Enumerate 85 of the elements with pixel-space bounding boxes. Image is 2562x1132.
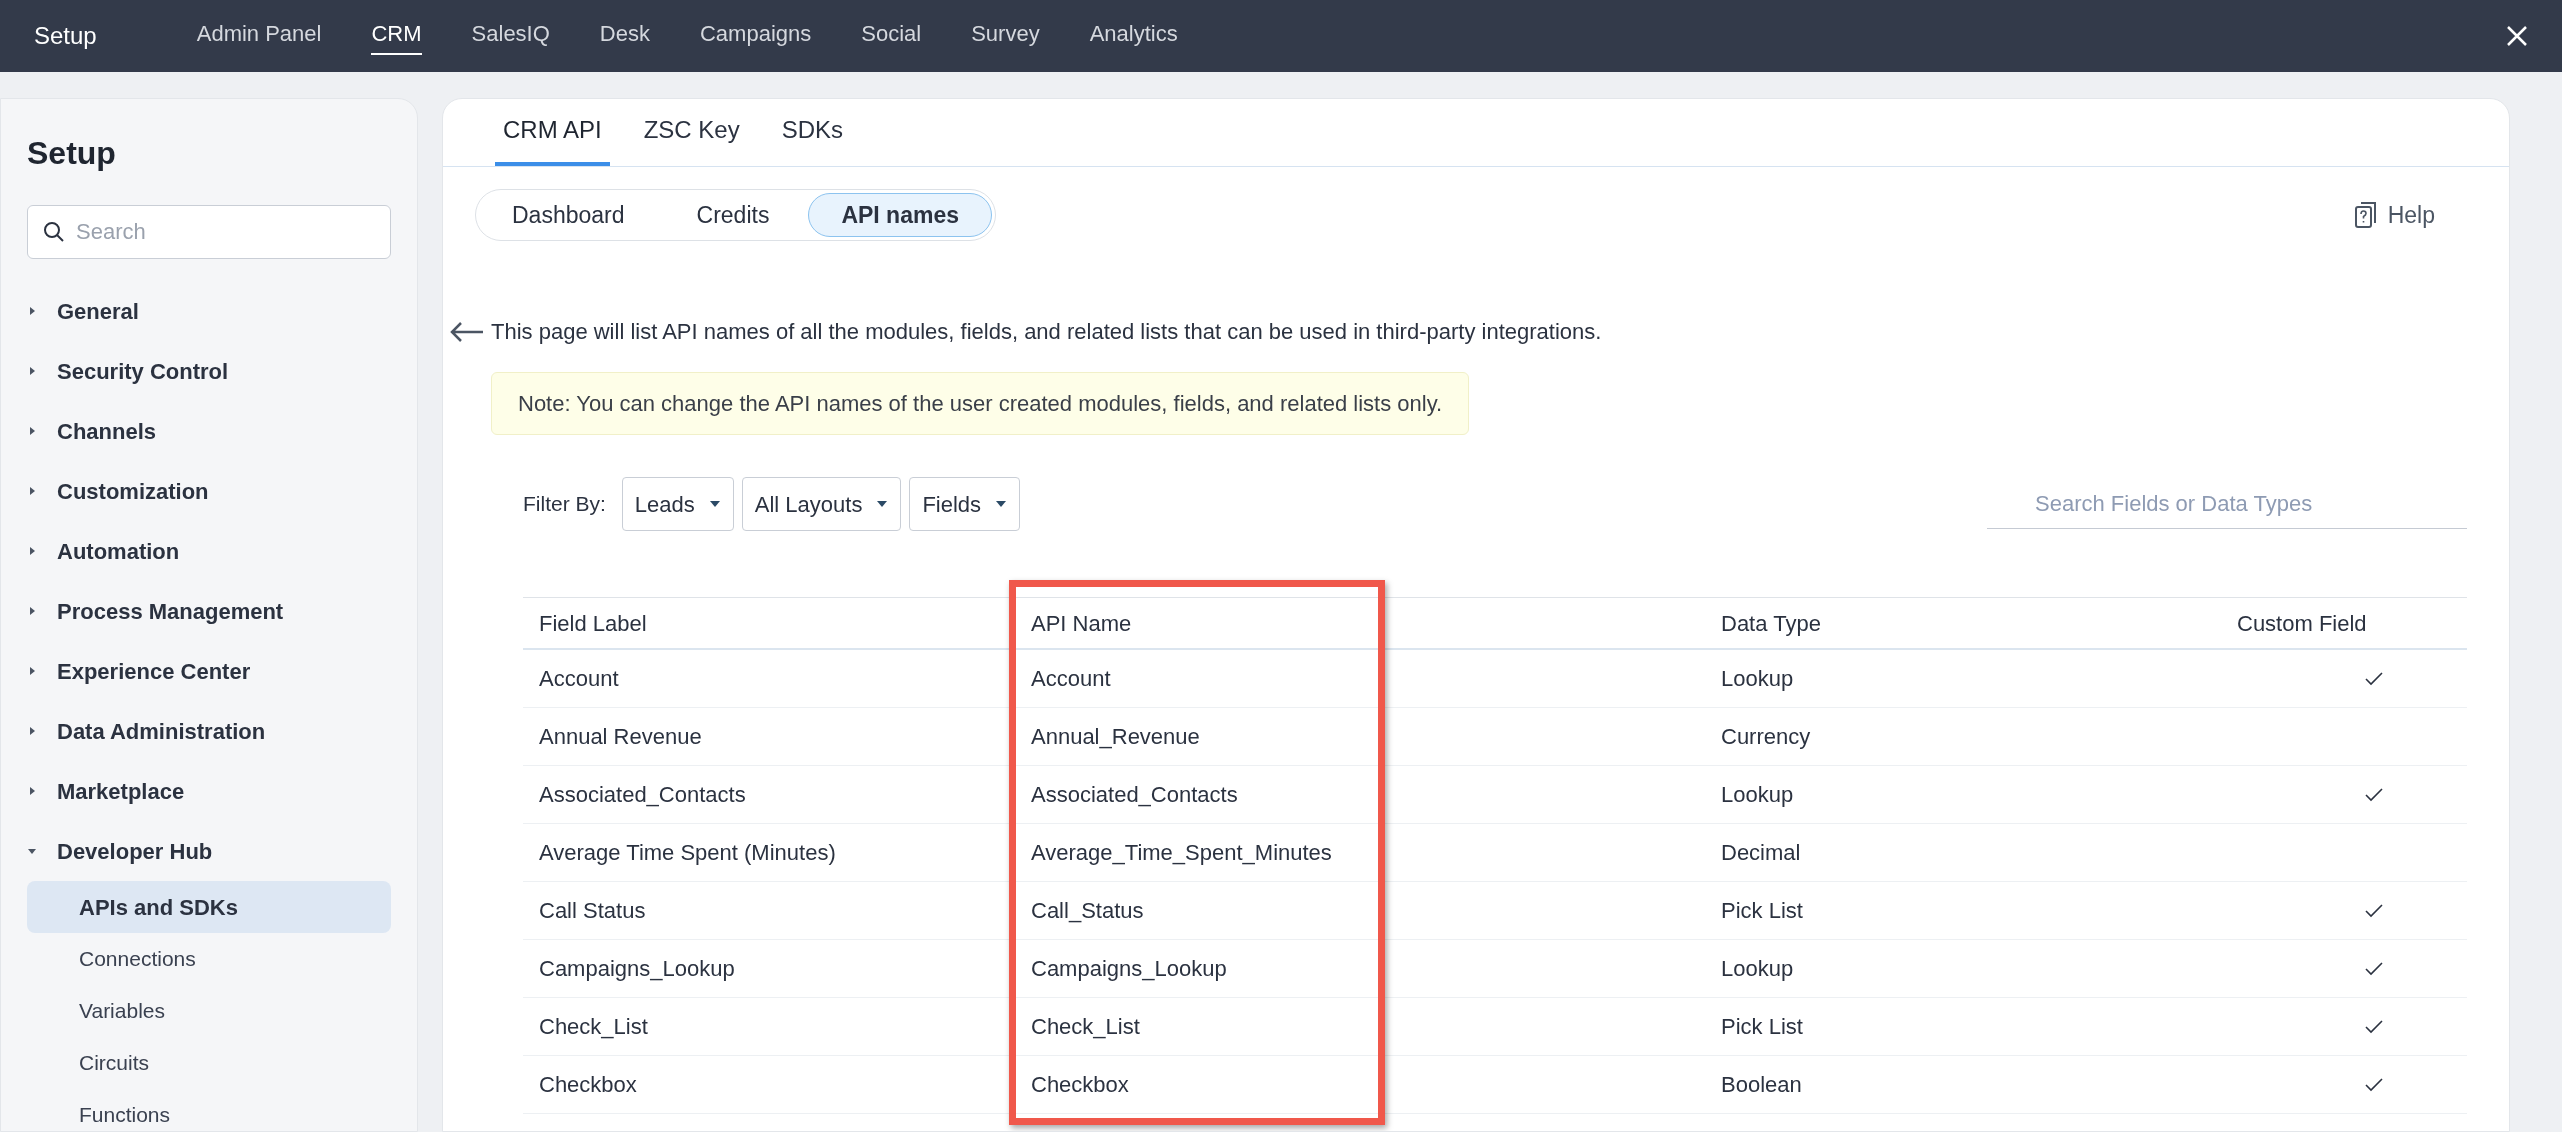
- column-header: Field Label: [538, 609, 647, 638]
- sidebar-section[interactable]: Channels: [27, 401, 391, 461]
- caret-icon: [27, 606, 37, 616]
- filter-dropdown[interactable]: Fields: [909, 477, 1021, 531]
- app-tab[interactable]: Analytics: [1089, 17, 1178, 55]
- search-field[interactable]: Search: [27, 205, 391, 259]
- back-arrow-icon[interactable]: [449, 320, 485, 343]
- sidebar-item[interactable]: APIs and SDKs: [27, 881, 391, 933]
- caret-icon: [995, 500, 1008, 508]
- tab[interactable]: ZSC Key: [635, 112, 748, 166]
- sidebar-section[interactable]: Marketplace: [27, 761, 391, 821]
- tab[interactable]: SDKs: [773, 112, 852, 166]
- caret-icon: [27, 486, 37, 496]
- app-tab[interactable]: Desk: [599, 17, 650, 55]
- sidebar-item[interactable]: Connections: [27, 933, 391, 985]
- table-cell-text: Average Time Spent (Minutes): [538, 839, 836, 867]
- caret-icon: [27, 426, 37, 436]
- sidebar-title: Setup: [27, 134, 117, 173]
- close-icon[interactable]: [2506, 25, 2528, 47]
- table-cell-text: Check_List: [538, 1013, 648, 1041]
- sidebar-item[interactable]: Functions: [27, 1089, 391, 1131]
- segment-tab[interactable]: Dashboard: [479, 193, 658, 237]
- table-cell-text: Currency: [1720, 723, 1811, 751]
- tab[interactable]: CRM API: [495, 112, 610, 166]
- column-header: Data Type: [1720, 609, 1821, 638]
- table-cell-text: Checkbox: [538, 1071, 637, 1099]
- table-cell-text: Checkbox: [1030, 1071, 1129, 1099]
- search-icon: [43, 221, 65, 243]
- app-tab[interactable]: SalesIQ: [471, 17, 550, 55]
- sidebar-section[interactable]: Developer Hub: [27, 821, 391, 881]
- table-cell-text: Campaigns_Lookup: [538, 955, 735, 983]
- app-tab[interactable]: Admin Panel: [196, 17, 322, 55]
- table-cell-text: Annual Revenue: [538, 723, 702, 751]
- table-cell-text: Pick List: [1720, 897, 1803, 925]
- app-tab[interactable]: Social: [861, 17, 922, 55]
- app-tab[interactable]: Campaigns: [699, 17, 812, 55]
- caret-icon: [27, 306, 37, 316]
- table-cell-text: Lookup: [1720, 665, 1794, 693]
- sidebar-section[interactable]: Security Control: [27, 341, 391, 401]
- sidebar-item[interactable]: Circuits: [27, 1037, 391, 1089]
- caret-icon: [27, 726, 37, 736]
- table-cell-text: Average_Time_Spent_Minutes: [1030, 839, 1332, 867]
- app-tab[interactable]: CRM: [371, 17, 422, 55]
- table-cell-text: Call_Status: [1030, 897, 1144, 925]
- table-cell-text: Associated_Contacts: [1030, 781, 1238, 809]
- app-tab[interactable]: Survey: [971, 17, 1040, 55]
- sidebar-section[interactable]: Data Administration: [27, 701, 391, 761]
- table-cell-text: Call Status: [538, 897, 646, 925]
- segment-tab[interactable]: Credits: [663, 193, 803, 237]
- sidebar-section[interactable]: Experience Center: [27, 641, 391, 701]
- caret-icon: [27, 366, 37, 376]
- sidebar-section[interactable]: Automation: [27, 521, 391, 581]
- segment-tab[interactable]: API names: [808, 193, 992, 237]
- table-cell-text: Check_List: [1030, 1013, 1140, 1041]
- table-cell-text: Campaigns_Lookup: [1030, 955, 1227, 983]
- column-header: Custom Field: [2236, 609, 2367, 638]
- caret-icon: [27, 846, 37, 856]
- help-link[interactable]: Help: [2353, 197, 2435, 233]
- help-icon: [2353, 201, 2378, 229]
- filter-dropdown[interactable]: All Layouts: [741, 477, 902, 531]
- table-cell-text: Annual_Revenue: [1030, 723, 1200, 751]
- sidebar-section[interactable]: Process Management: [27, 581, 391, 641]
- caret-icon: [876, 500, 889, 508]
- caret-icon: [708, 500, 721, 508]
- sidebar-item[interactable]: Variables: [27, 985, 391, 1037]
- caret-icon: [27, 666, 37, 676]
- filter-label: Filter By:: [523, 491, 606, 518]
- table-cell-text: Lookup: [1720, 781, 1794, 809]
- search-field[interactable]: Search Fields or Data Types: [1987, 479, 2467, 529]
- table-cell-text: Associated_Contacts: [538, 781, 746, 809]
- sidebar-section[interactable]: General: [27, 281, 391, 341]
- sidebar-section[interactable]: Customization: [27, 461, 391, 521]
- caret-icon: [27, 546, 37, 556]
- table-cell-text: Account: [1030, 665, 1111, 693]
- table-cell-text: Pick List: [1720, 1013, 1803, 1041]
- table-cell-text: Lookup: [1720, 955, 1794, 983]
- filter-dropdown[interactable]: Leads: [621, 477, 734, 531]
- caret-icon: [27, 786, 37, 796]
- note-banner: Note: You can change the API names of the user created modules, fields, and related lists only.: [491, 372, 1470, 435]
- app-title: Setup: [34, 21, 97, 51]
- table-cell-text: Account: [538, 665, 619, 693]
- table-cell-text: Decimal: [1720, 839, 1801, 867]
- table-cell-text: Boolean: [1720, 1071, 1802, 1099]
- column-header: API Name: [1030, 609, 1132, 638]
- page-description: This page will list API names of all the modules, fields, and related lists that can be used in third-party integrations.: [491, 318, 1602, 346]
